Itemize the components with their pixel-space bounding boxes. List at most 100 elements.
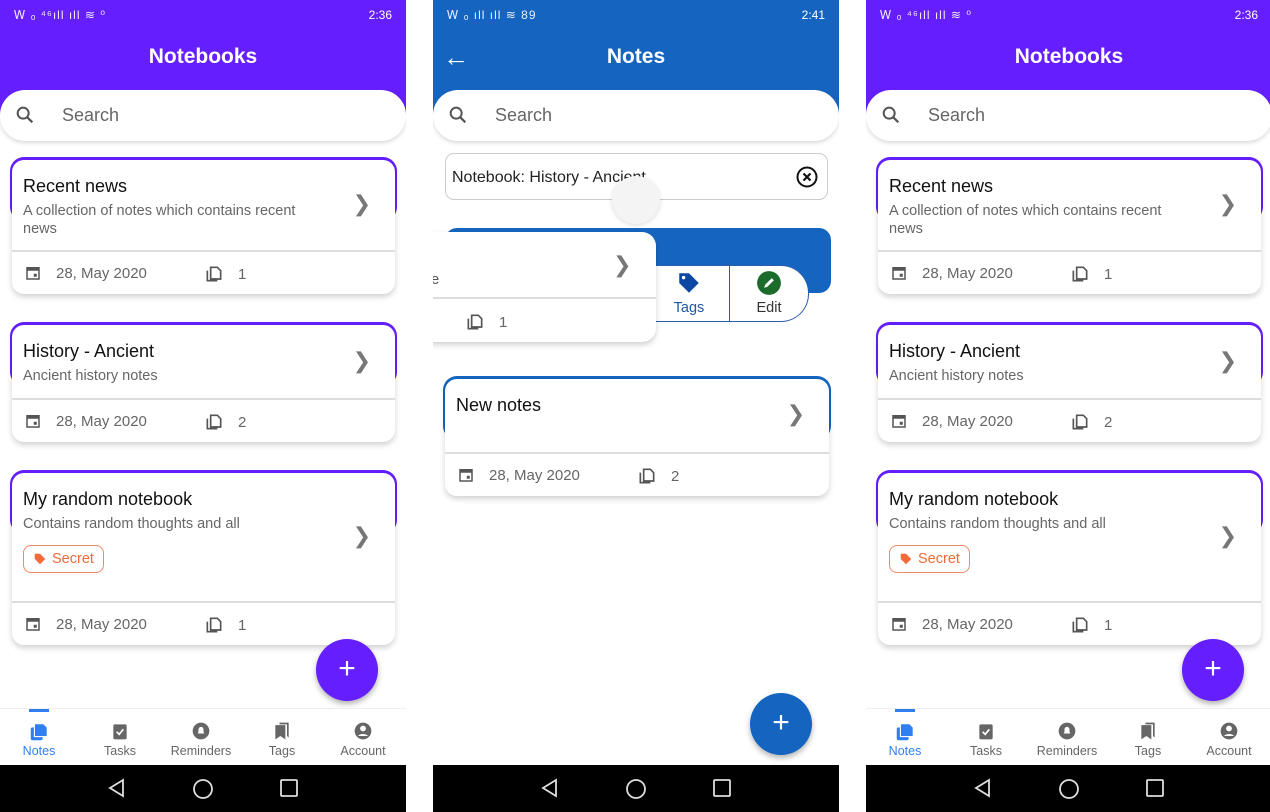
system-navigation-bar — [0, 765, 406, 812]
back-triangle-icon[interactable] — [107, 778, 127, 803]
pages-icon — [206, 414, 222, 430]
add-notebook-button[interactable]: + — [1182, 639, 1244, 701]
notebook-title: Recent news — [23, 176, 128, 196]
date: 28, May 2020 — [56, 264, 147, 282]
pages-icon — [467, 314, 483, 330]
nav-tab-tasks[interactable]: Tasks — [946, 709, 1026, 758]
pages-icon — [1072, 266, 1088, 282]
count-value: 1 — [499, 313, 508, 331]
search-bar[interactable]: Search — [866, 90, 1270, 141]
note-count: 2 — [204, 412, 246, 432]
nav-tab-label: Reminders — [170, 744, 232, 758]
note-count: 1 — [204, 264, 246, 284]
notebook-card[interactable]: Recent news A collection of notes which c… — [10, 157, 397, 294]
card-footer: 28, May 2020 1 — [878, 252, 1261, 294]
nav-tab-label: Tasks — [104, 744, 136, 758]
nav-tab-tags[interactable]: Tags — [1108, 709, 1188, 758]
calendar-icon — [892, 618, 906, 631]
calendar-icon — [26, 267, 40, 280]
calendar-icon — [892, 267, 906, 280]
note-card[interactable]: New notes ❯ 28, May 2020 2 — [443, 376, 831, 496]
nav-tab-account[interactable]: Account — [323, 709, 403, 758]
notebook-card[interactable]: History - Ancient Ancient history notes ❯ 2… — [10, 322, 397, 442]
back-triangle-icon[interactable] — [973, 778, 993, 803]
nav-tab-notes[interactable]: Notes — [0, 709, 79, 758]
note-count: 1 — [465, 312, 507, 332]
nav-tab-account[interactable]: Account — [1189, 709, 1269, 758]
notebook-card[interactable]: My random notebook Contains random though… — [10, 470, 397, 645]
tag-chip[interactable]: Secret — [23, 545, 104, 573]
tag-chip[interactable]: Secret — [889, 545, 970, 573]
search-bar[interactable]: Search — [433, 90, 839, 141]
edit-pencil-icon — [757, 271, 781, 295]
date: 28, May 2020 — [922, 615, 1013, 633]
created-date: 28, May 2020 — [890, 264, 1013, 282]
notebook-description: Ancient history notes — [889, 368, 1024, 384]
card-footer: 28, May 2020 2 — [12, 400, 395, 442]
account-icon — [1189, 721, 1269, 741]
card-surface: My random notebook Contains random though… — [12, 473, 395, 645]
status-time: 2:36 — [368, 8, 392, 22]
nav-tab-notes[interactable]: Notes — [866, 709, 945, 758]
created-date: 28, May 2020 — [890, 412, 1013, 430]
nav-tab-label: Tasks — [970, 744, 1002, 758]
notebook-card[interactable]: Recent news A collection of notes which c… — [876, 157, 1263, 294]
notes-screen: Ꮃ ₒ ıll ıll ≋ 89 2:41 ← Notes Search Not… — [433, 0, 839, 812]
card-surface: Recent news A collection of notes which c… — [878, 160, 1261, 294]
search-input[interactable]: Search — [62, 105, 119, 126]
notebook-card[interactable]: My random notebook Contains random though… — [876, 470, 1263, 645]
card-surface: History - Ancient Ancient history notes ❯ 2… — [12, 325, 395, 442]
chevron-right-icon: ❯ — [1218, 523, 1237, 548]
card-footer: 28, May 2020 2 — [878, 400, 1261, 442]
back-triangle-icon[interactable] — [540, 778, 560, 803]
note-desc-fragment: ge — [433, 272, 440, 288]
recents-square-icon[interactable] — [712, 778, 732, 803]
notebook-title: My random notebook — [889, 489, 1059, 509]
recents-square-icon[interactable] — [1145, 778, 1165, 803]
notebooks-screen: Ꮃ ₒ ⁴⁶ıll ıll ≋ ⁰ 2:36 Notebooks Search … — [0, 0, 406, 812]
account-icon — [323, 721, 403, 741]
home-circle-icon[interactable] — [625, 778, 647, 805]
status-bar: Ꮃ ₒ ⁴⁶ıll ıll ≋ ⁰ 2:36 — [0, 0, 406, 30]
nav-tab-tags[interactable]: Tags — [242, 709, 322, 758]
nav-tab-reminders[interactable]: Reminders — [161, 709, 241, 758]
bell-icon — [161, 721, 241, 741]
swiped-note-card[interactable]: ge ❯ 1 — [433, 232, 656, 342]
search-bar[interactable]: Search — [0, 90, 406, 141]
date: 28, May 2020 — [922, 412, 1013, 430]
pages-icon — [1072, 414, 1088, 430]
count-value: 2 — [671, 467, 680, 485]
tasks-icon — [80, 721, 160, 741]
recents-square-icon[interactable] — [279, 778, 299, 803]
card-surface: New notes ❯ 28, May 2020 2 — [445, 379, 829, 496]
nav-tab-reminders[interactable]: Reminders — [1027, 709, 1107, 758]
nav-tab-label: Notes — [22, 744, 56, 758]
add-notebook-button[interactable]: + — [316, 639, 378, 701]
status-icons: Ꮃ ₒ ⁴⁶ıll ıll ≋ ⁰ — [880, 8, 973, 22]
clear-filter-icon[interactable] — [795, 165, 819, 189]
home-circle-icon[interactable] — [1058, 778, 1080, 805]
edit-action-button[interactable]: Edit — [730, 270, 808, 316]
note-count: 1 — [1070, 615, 1112, 635]
add-note-button[interactable]: + — [750, 693, 812, 755]
created-date: 28, May 2020 — [24, 264, 147, 282]
pages-icon — [1072, 617, 1088, 633]
search-icon — [882, 106, 900, 124]
nav-tab-tasks[interactable]: Tasks — [80, 709, 160, 758]
note-title: New notes — [456, 395, 542, 415]
home-circle-icon[interactable] — [192, 778, 214, 805]
bottom-navigation: Notes Tasks Reminders Tags Account — [866, 708, 1270, 765]
date: 28, May 2020 — [489, 466, 580, 484]
tags-action-button[interactable]: Tags — [650, 270, 728, 316]
search-input[interactable]: Search — [495, 105, 552, 126]
notebook-card[interactable]: History - Ancient Ancient history notes ❯ 2… — [876, 322, 1263, 442]
status-icons: Ꮃ ₒ ⁴⁶ıll ıll ≋ ⁰ — [14, 8, 107, 22]
page-title: Notebooks — [1014, 45, 1124, 68]
notebook-description: Contains random thoughts and all — [23, 516, 240, 532]
notes-icon — [866, 721, 945, 741]
search-input[interactable]: Search — [928, 105, 985, 126]
count-value: 1 — [1104, 265, 1113, 283]
bell-icon — [1027, 721, 1107, 741]
tag-icon — [34, 553, 46, 565]
date: 28, May 2020 — [922, 264, 1013, 282]
